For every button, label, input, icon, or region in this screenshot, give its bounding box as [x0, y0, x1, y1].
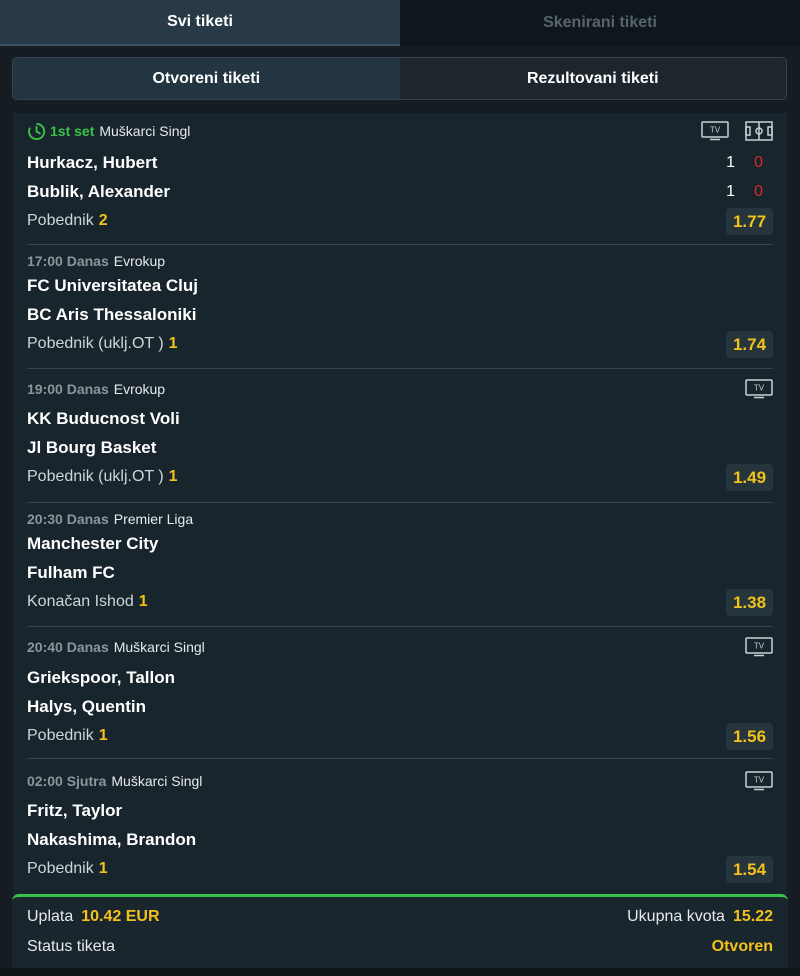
league-name: Muškarci Singl — [113, 639, 205, 655]
subtab-open-tickets[interactable]: Otvoreni tiketi — [13, 58, 400, 99]
market-pick: 1 — [138, 593, 148, 610]
tv-icon[interactable]: TV — [745, 637, 773, 657]
market: Pobednik 1 — [27, 860, 108, 878]
home-team: Manchester City — [27, 534, 159, 553]
league-name: Premier Liga — [113, 511, 194, 527]
home-team: Hurkacz, Hubert — [27, 153, 158, 172]
market-pick: 1 — [168, 468, 178, 485]
match-meta: 19:00 Danas Evrokup — [27, 379, 165, 399]
svg-text:TV: TV — [754, 642, 765, 651]
away-team: Jl Bourg Basket — [27, 438, 157, 457]
match-divider — [27, 244, 773, 245]
home-game-score: 0 — [754, 154, 763, 171]
status-label: Status tiketa — [27, 938, 116, 955]
market-pick: 1 — [98, 727, 108, 744]
league-name: Muškarci Singl — [99, 123, 191, 139]
match-time: 20:30 Danas — [27, 511, 109, 527]
league-name: Evrokup — [113, 253, 166, 269]
stake-label: Uplata — [27, 908, 74, 925]
subtab-resolved-tickets[interactable]: Rezultovani tiketi — [399, 58, 786, 99]
league-name: Evrokup — [113, 381, 166, 397]
match-row[interactable]: 20:40 Danas Muškarci Singl TV Griekspoor… — [27, 637, 773, 759]
away-team: Bublik, Alexander — [27, 182, 170, 201]
tv-icon[interactable]: TV — [745, 379, 773, 399]
away-team: Halys, Quentin — [27, 697, 147, 716]
market-name: Pobednik — [27, 727, 94, 744]
svg-text:TV: TV — [754, 384, 765, 393]
live-clock-icon — [28, 122, 46, 140]
tv-icon[interactable]: TV — [745, 771, 773, 791]
odd-badge: 1.38 — [726, 589, 773, 616]
match-time: 17:00 Danas — [27, 253, 109, 269]
match-time: 19:00 Danas — [27, 381, 109, 397]
market-name: Pobednik (uklj.OT ) — [27, 468, 164, 485]
svg-text:TV: TV — [710, 126, 721, 135]
sub-tabs: Otvoreni tiketi Rezultovani tiketi — [12, 57, 787, 100]
tab-scanned-tickets[interactable]: Skenirani tiketi — [400, 0, 800, 46]
field-icon[interactable] — [745, 121, 773, 141]
match-divider — [27, 368, 773, 369]
match-row[interactable]: 19:00 Danas Evrokup TV KK Buducnost Voli… — [27, 379, 773, 503]
match-time: 20:40 Danas — [27, 639, 109, 655]
ticket-card: 1st set Muškarci Singl TV Hurkacz, Huber… — [13, 113, 787, 895]
match-meta: 1st set Muškarci Singl — [27, 121, 190, 141]
match-meta: 17:00 Danas Evrokup — [27, 251, 165, 271]
away-game-score: 0 — [754, 183, 763, 200]
match-divider — [27, 502, 773, 503]
total-odds: Ukupna kvota 15.22 — [627, 908, 773, 926]
home-team: Griekspoor, Tallon — [27, 668, 175, 687]
total-odds-label: Ukupna kvota — [627, 908, 725, 925]
match-divider — [27, 626, 773, 627]
live-status: 1st set — [50, 123, 95, 139]
home-team: KK Buducnost Voli — [27, 409, 180, 428]
odd-badge: 1.74 — [726, 331, 773, 358]
odd-badge: 1.56 — [726, 723, 773, 750]
away-team: BC Aris Thessaloniki — [27, 305, 197, 324]
status-value: Otvoren — [711, 938, 773, 955]
market: Pobednik (uklj.OT ) 1 — [27, 468, 178, 486]
bottom-strip — [0, 968, 800, 976]
home-team: FC Universitatea Cluj — [27, 276, 198, 295]
market-name: Pobednik — [27, 212, 94, 229]
stake-value: 10.42 EUR — [81, 908, 160, 925]
market: Pobednik 1 — [27, 727, 108, 745]
total-odds-value: 15.22 — [732, 908, 773, 925]
odd-badge: 1.54 — [726, 856, 773, 883]
market-pick: 1 — [168, 335, 178, 352]
away-team: Nakashima, Brandon — [27, 830, 197, 849]
top-tabs: Svi tiketi Skenirani tiketi — [0, 0, 800, 46]
market-name: Pobednik (uklj.OT ) — [27, 335, 164, 352]
match-meta: 20:30 Danas Premier Liga — [27, 509, 193, 529]
tab-all-tickets[interactable]: Svi tiketi — [0, 0, 400, 46]
odd-badge: 1.49 — [726, 464, 773, 491]
svg-text:TV: TV — [754, 776, 765, 785]
stake: Uplata 10.42 EUR — [27, 908, 160, 926]
match-row[interactable]: 1st set Muškarci Singl TV Hurkacz, Huber… — [27, 121, 773, 245]
market-pick: 2 — [98, 212, 108, 229]
match-meta: 02:00 Sjutra Muškarci Singl — [27, 771, 202, 791]
market-pick: 1 — [98, 860, 108, 877]
home-set-score: 1 — [726, 154, 735, 171]
tv-icon[interactable]: TV — [701, 121, 729, 141]
market: Pobednik (uklj.OT ) 1 — [27, 335, 178, 353]
away-set-score: 1 — [726, 183, 735, 200]
home-team: Fritz, Taylor — [27, 801, 123, 820]
league-name: Muškarci Singl — [111, 773, 203, 789]
market: Konačan Ishod 1 — [27, 593, 148, 611]
odd-badge: 1.77 — [726, 208, 773, 235]
match-time: 02:00 Sjutra — [27, 773, 107, 789]
away-team: Fulham FC — [27, 563, 115, 582]
market: Pobednik 2 — [27, 212, 108, 230]
ticket-summary: Uplata 10.42 EUR Ukupna kvota 15.22 Status… — [12, 894, 788, 976]
match-row[interactable]: 02:00 Sjutra Muškarci Singl TV Fritz, Ta… — [27, 771, 773, 889]
match-meta: 20:40 Danas Muškarci Singl — [27, 637, 205, 657]
market-name: Konačan Ishod — [27, 593, 134, 610]
market-name: Pobednik — [27, 860, 94, 877]
match-row[interactable]: 20:30 Danas Premier Liga Manchester City… — [27, 509, 773, 627]
match-divider — [27, 758, 773, 759]
match-row[interactable]: 17:00 Danas Evrokup FC Universitatea Clu… — [27, 251, 773, 369]
